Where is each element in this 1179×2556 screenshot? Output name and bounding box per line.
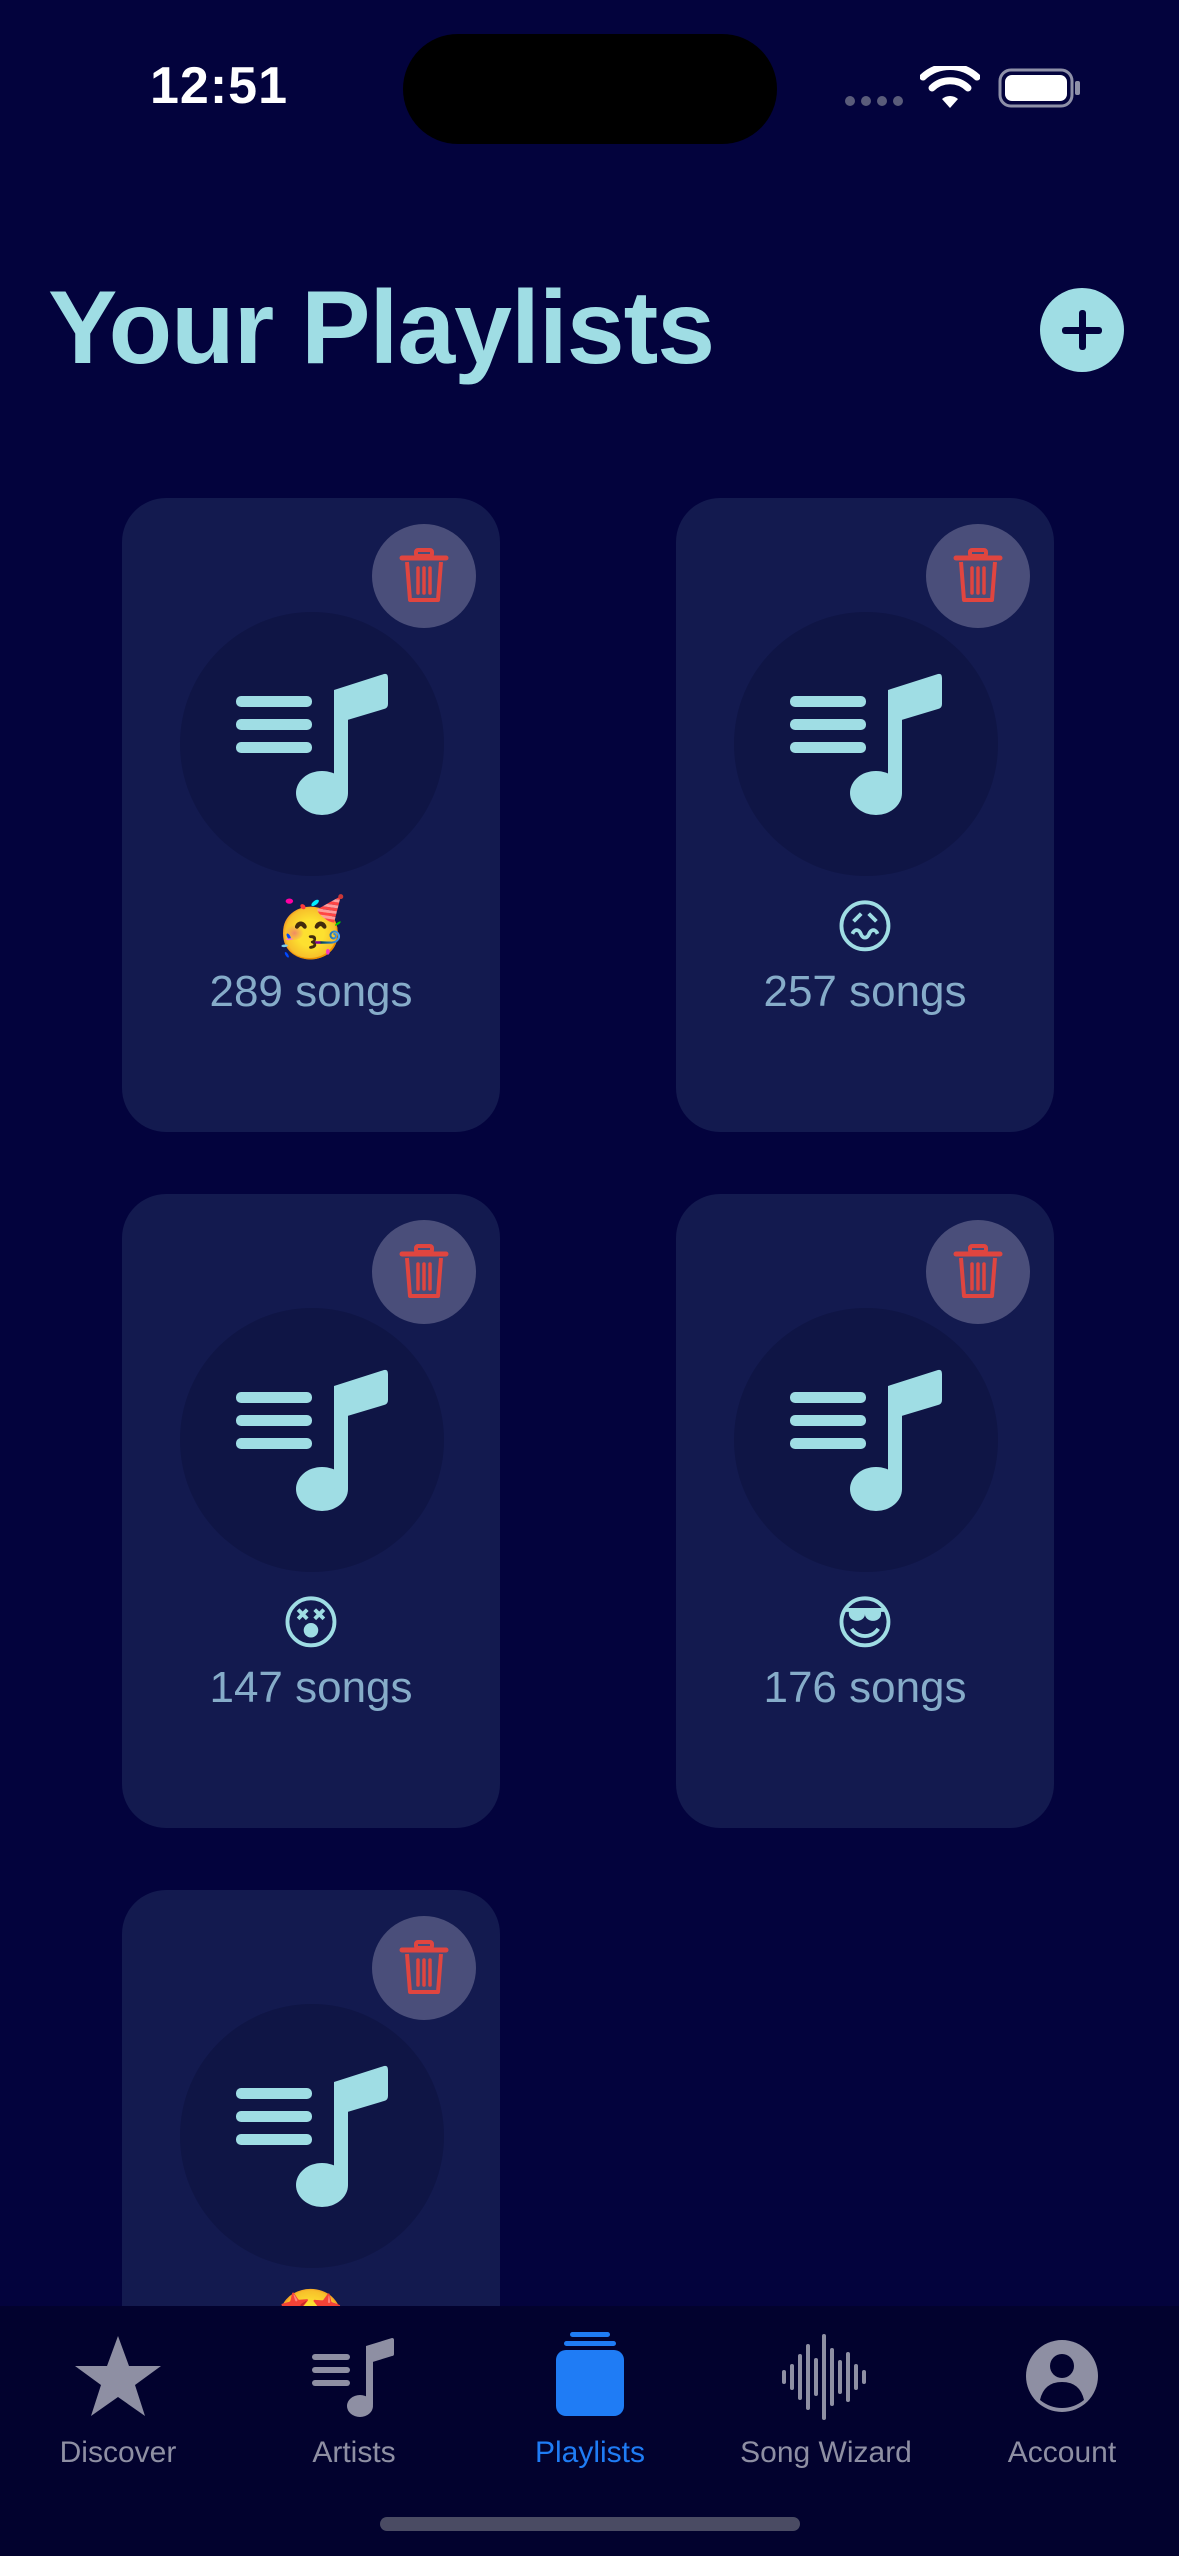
delete-playlist-button[interactable] [926, 1220, 1030, 1324]
home-indicator[interactable] [380, 2517, 800, 2531]
tab-label: Artists [312, 2436, 396, 2469]
music-list-icon [790, 673, 942, 815]
tab-bar: Discover Artists Playlists Song Wizard A… [0, 2306, 1179, 2556]
tab-label: Playlists [534, 2436, 646, 2469]
battery-icon [998, 68, 1080, 108]
music-list-icon [236, 1369, 388, 1511]
wifi-icon [920, 66, 980, 108]
playlist-song-count: 289 songs [209, 967, 413, 1016]
dynamic-island [403, 34, 777, 144]
delete-playlist-button[interactable] [926, 524, 1030, 628]
trash-icon [399, 1940, 449, 1994]
stack-icon [472, 2326, 708, 2426]
music-list-icon [236, 2065, 388, 2207]
playlist-mood-emoji: 😖 [834, 893, 896, 961]
tab-label: Account [1007, 2436, 1117, 2469]
playlist-card[interactable]: 😎 176 songs [676, 1194, 1054, 1828]
tab-account[interactable]: Account [944, 2326, 1179, 2476]
playlist-artwork [180, 2004, 444, 2268]
tab-discover[interactable]: Discover [0, 2326, 236, 2476]
tab-playlists[interactable]: Playlists [472, 2326, 708, 2476]
playlist-song-count: 257 songs [763, 967, 967, 1016]
playlist-song-count: 147 songs [209, 1663, 413, 1712]
playlist-card[interactable]: 🤩 [122, 1890, 500, 2306]
cellular-signal-icon [845, 96, 903, 106]
playlist-mood-emoji: 😎 [834, 1589, 896, 1657]
status-bar: 12:51 [0, 0, 1179, 160]
status-time: 12:51 [150, 57, 288, 115]
tab-label: Song Wizard [740, 2436, 912, 2469]
playlist-mood-emoji: 😵 [280, 1589, 342, 1657]
waveform-icon [708, 2326, 944, 2426]
playlist-song-count: 176 songs [763, 1663, 967, 1712]
delete-playlist-button[interactable] [372, 524, 476, 628]
music-list-icon [236, 2326, 472, 2426]
person-circle-icon [944, 2326, 1179, 2426]
trash-icon [953, 548, 1003, 602]
playlist-grid[interactable]: 🥳 289 songs 😖 257 songs 😵 147 songs 😎 17… [0, 470, 1179, 2306]
playlist-mood-emoji: 🤩 [122, 2284, 500, 2306]
music-list-icon [236, 673, 388, 815]
playlist-card[interactable]: 🥳 289 songs [122, 498, 500, 1132]
tab-song-wizard[interactable]: Song Wizard [708, 2326, 944, 2476]
playlist-artwork [734, 612, 998, 876]
add-playlist-button[interactable] [1040, 288, 1124, 372]
star-icon [0, 2326, 236, 2426]
playlist-artwork [180, 612, 444, 876]
playlist-artwork [180, 1308, 444, 1572]
trash-icon [953, 1244, 1003, 1298]
trash-icon [399, 548, 449, 602]
playlist-card[interactable]: 😖 257 songs [676, 498, 1054, 1132]
page-title: Your Playlists [48, 270, 715, 386]
trash-icon [399, 1244, 449, 1298]
plus-icon [1062, 310, 1102, 350]
playlist-mood-emoji: 🥳 [274, 893, 348, 961]
delete-playlist-button[interactable] [372, 1220, 476, 1324]
delete-playlist-button[interactable] [372, 1916, 476, 2020]
playlist-artwork [734, 1308, 998, 1572]
tab-label: Discover [59, 2436, 177, 2469]
tab-artists[interactable]: Artists [236, 2326, 472, 2476]
playlist-card[interactable]: 😵 147 songs [122, 1194, 500, 1828]
music-list-icon [790, 1369, 942, 1511]
